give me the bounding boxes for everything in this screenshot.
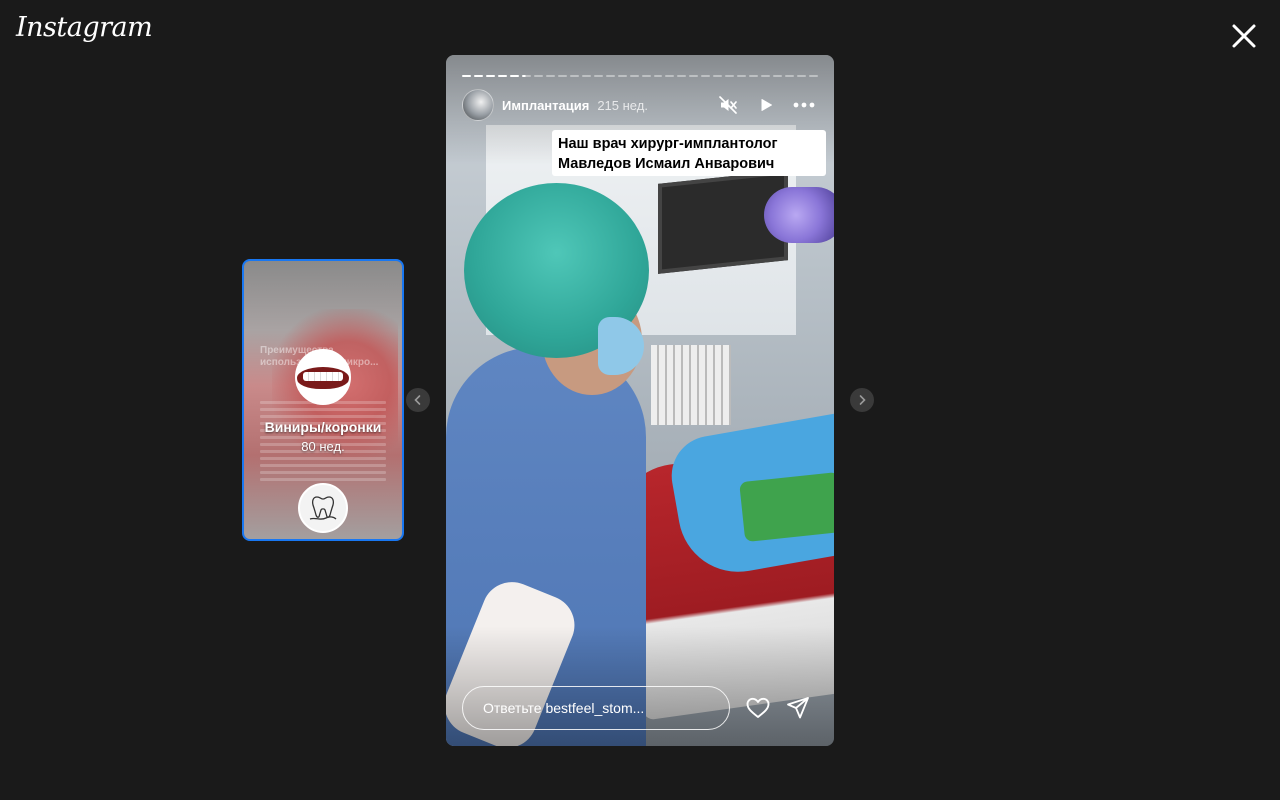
progress-segment [653, 75, 663, 77]
previous-story-button[interactable] [406, 388, 430, 412]
progress-segment [497, 75, 507, 77]
progress-segment [473, 75, 483, 77]
progress-segment [725, 75, 735, 77]
more-options-button[interactable] [790, 93, 818, 117]
instagram-logo[interactable]: Instagram [16, 12, 153, 43]
tooth-logo-icon [309, 496, 337, 520]
heart-icon [746, 697, 770, 718]
progress-segment [797, 75, 807, 77]
progress-segment [713, 75, 723, 77]
reply-placeholder: Ответьте bestfeel_stom... [483, 700, 645, 716]
progress-segment [773, 75, 783, 77]
share-button[interactable] [785, 695, 811, 721]
progress-segment [761, 75, 771, 77]
progress-segment [617, 75, 627, 77]
close-icon [1232, 24, 1256, 48]
progress-segment [521, 75, 531, 77]
chevron-left-icon [414, 395, 421, 405]
progress-segment [701, 75, 711, 77]
previous-story-preview[interactable]: Преимущества использования микро... Вини… [242, 259, 404, 541]
preview-time: 80 нед. [301, 439, 345, 454]
speaker-muted-icon [719, 96, 737, 114]
progress-segment [785, 75, 795, 77]
story-caption: Наш врач хирург-имплантолог Мавледов Исм… [552, 130, 826, 176]
progress-segment [569, 75, 579, 77]
progress-segment [641, 75, 651, 77]
progress-segment [509, 75, 519, 77]
story-controls [714, 93, 818, 117]
active-story[interactable]: Имплантация 215 нед. Наш врач хирург-имп… [446, 55, 834, 746]
mute-button[interactable] [714, 93, 742, 117]
preview-highlight-cover [295, 349, 351, 405]
play-icon [761, 99, 772, 111]
like-button[interactable] [745, 695, 771, 721]
next-story-button[interactable] [850, 388, 874, 412]
chevron-right-icon [859, 395, 866, 405]
progress-segment [485, 75, 495, 77]
progress-segment [809, 75, 819, 77]
progress-segment [462, 75, 471, 77]
close-button[interactable] [1228, 20, 1260, 52]
more-horizontal-icon [793, 102, 815, 108]
progress-segment [749, 75, 759, 77]
preview-title: Виниры/коронки [264, 419, 382, 435]
progress-segment [689, 75, 699, 77]
progress-segment [737, 75, 747, 77]
story-progress-bar [462, 75, 819, 77]
story-scene-patient-cloth [739, 471, 834, 543]
reply-input[interactable]: Ответьте bestfeel_stom... [462, 686, 730, 730]
story-scene-radiator [651, 345, 731, 425]
play-button[interactable] [752, 93, 780, 117]
progress-segment [605, 75, 615, 77]
progress-segment [533, 75, 543, 77]
story-timestamp: 215 нед. [597, 97, 648, 113]
story-scene-dental-lamp [764, 187, 834, 243]
progress-segment [581, 75, 591, 77]
preview-account-avatar [298, 483, 348, 533]
story-header: Имплантация 215 нед. [462, 89, 818, 121]
story-account-avatar[interactable] [462, 89, 494, 121]
progress-segment [677, 75, 687, 77]
progress-segment [593, 75, 603, 77]
story-account-name[interactable]: Имплантация [502, 98, 589, 113]
progress-segment [629, 75, 639, 77]
progress-segment [545, 75, 555, 77]
progress-segment [557, 75, 567, 77]
paper-plane-icon [787, 697, 809, 719]
progress-segment [665, 75, 675, 77]
